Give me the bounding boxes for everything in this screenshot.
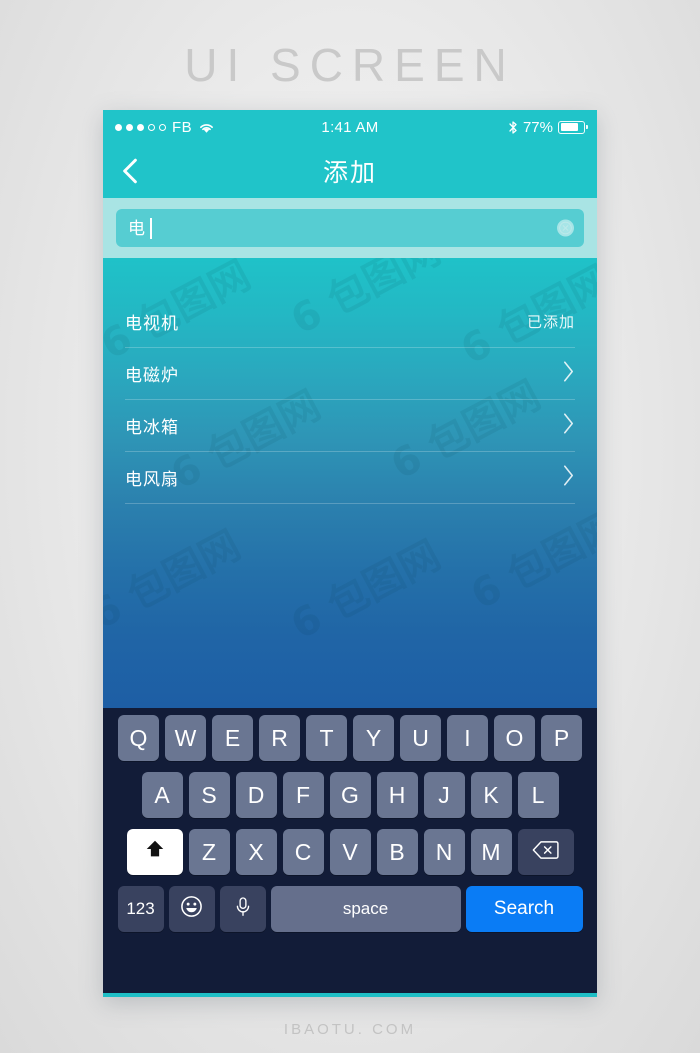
content-area: 6 包图网 6 包图网 6 包图网 6 包图网 6 包图网 6 包图网 6 包图… [103,258,597,708]
shift-arrow-icon [144,838,166,866]
battery-icon [558,120,588,134]
dictation-key[interactable] [219,886,266,932]
search-input[interactable]: 电 [116,209,584,247]
emoji-key[interactable] [168,886,215,932]
battery-percent-label: 77% [522,118,553,136]
key-s[interactable]: S [188,772,230,818]
numeric-mode-key[interactable]: 123 [117,886,164,932]
list-item[interactable]: 电磁炉 [125,348,575,400]
chevron-left-icon [121,157,139,185]
key-c[interactable]: C [282,829,324,875]
list-item-trailing: 已添加 [527,311,575,332]
keyboard-row-4: 123 space Search [107,886,593,932]
key-n[interactable]: N [423,829,465,875]
list-item-trailing [562,412,575,440]
watermark-text: 6 包图网 [283,532,448,649]
backspace-key[interactable] [517,829,574,875]
watermark-text: 6 包图网 [463,502,597,619]
microphone-icon [234,896,252,923]
key-e[interactable]: E [212,715,253,761]
key-j[interactable]: J [423,772,465,818]
bluetooth-icon [508,120,518,135]
device-list: 电视机 已添加 电磁炉 电冰箱 电风扇 [103,258,597,504]
key-u[interactable]: U [400,715,441,761]
chevron-right-icon [562,360,575,388]
key-z[interactable]: Z [188,829,230,875]
clear-circle-icon[interactable] [557,219,574,237]
list-item[interactable]: 电风扇 [125,452,575,504]
key-o[interactable]: O [494,715,535,761]
on-screen-keyboard: Q W E R T Y U I O P A S D F G H J K L Z … [103,708,597,993]
list-item-label: 电冰箱 [125,418,179,437]
key-i[interactable]: I [447,715,488,761]
key-w[interactable]: W [165,715,206,761]
search-key[interactable]: Search [465,886,583,932]
back-button[interactable] [103,144,157,198]
watermark-text: 6 包图网 [103,522,248,639]
nav-bar: 添加 [103,144,597,198]
key-x[interactable]: X [235,829,277,875]
list-item[interactable]: 电视机 已添加 [125,296,575,348]
status-badge: 已添加 [526,314,575,331]
page-footer: IBAOTU. COM [283,1021,417,1038]
shift-key[interactable] [126,829,183,875]
key-g[interactable]: G [329,772,371,818]
key-v[interactable]: V [329,829,371,875]
key-b[interactable]: B [376,829,418,875]
key-t[interactable]: T [306,715,347,761]
key-d[interactable]: D [235,772,277,818]
search-bar-container: 电 [103,198,597,258]
key-f[interactable]: F [282,772,324,818]
key-p[interactable]: P [541,715,582,761]
key-k[interactable]: K [470,772,512,818]
phone-frame: FB 1:41 AM 77% 添加 电 6 包图网 6 包图网 6 包图网 6 … [103,110,597,997]
key-h[interactable]: H [376,772,418,818]
list-item-trailing [562,360,575,388]
space-key[interactable]: space [270,886,461,932]
key-r[interactable]: R [259,715,300,761]
status-bar-right: 77% [508,118,588,136]
page-header-title: 添加 [322,159,377,187]
key-l[interactable]: L [517,772,559,818]
key-a[interactable]: A [141,772,183,818]
keyboard-row-1: Q W E R T Y U I O P [107,715,593,761]
chevron-right-icon [562,412,575,440]
list-item-label: 电磁炉 [125,366,179,385]
text-caret [150,217,152,239]
status-bar: FB 1:41 AM 77% [103,110,597,144]
list-item[interactable]: 电冰箱 [125,400,575,452]
keyboard-row-2: A S D F G H J K L [107,772,593,818]
list-item-label: 电风扇 [125,470,179,489]
search-input-value: 电 [128,218,145,238]
key-y[interactable]: Y [353,715,394,761]
list-item-trailing [562,464,575,492]
page-title: UI SCREEN [184,39,516,91]
keyboard-row-3: Z X C V B N M [107,829,593,875]
emoji-smiley-icon [180,895,203,923]
chevron-right-icon [562,464,575,492]
key-m[interactable]: M [470,829,512,875]
list-item-label: 电视机 [125,314,179,333]
backspace-icon [532,839,559,866]
key-q[interactable]: Q [118,715,159,761]
